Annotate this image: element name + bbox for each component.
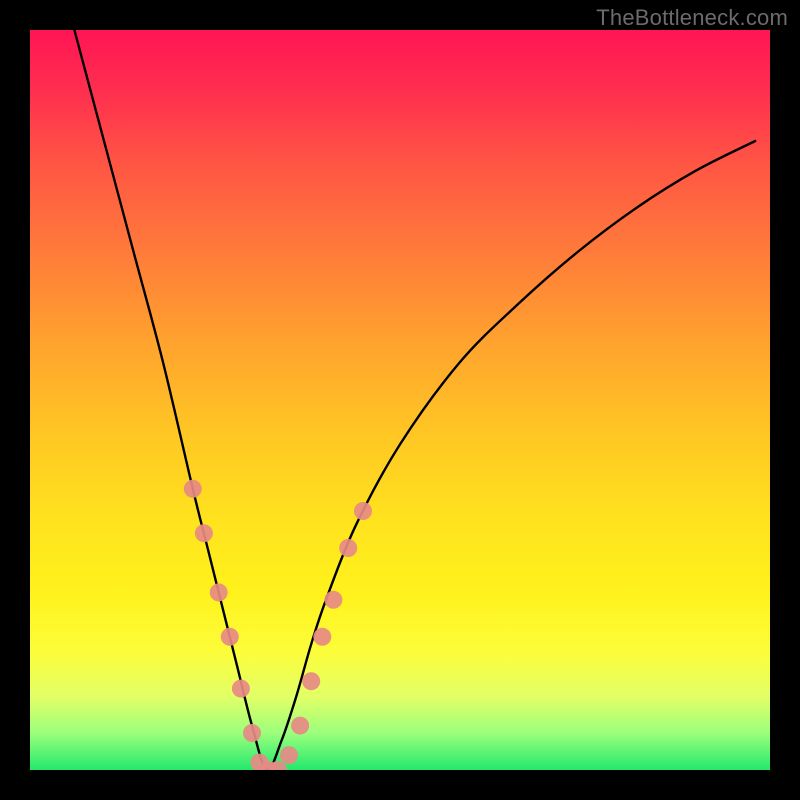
highlight-dot	[232, 680, 250, 698]
highlight-dot	[243, 724, 261, 742]
highlight-dot	[324, 591, 342, 609]
highlight-dot	[210, 583, 228, 601]
highlight-dot	[291, 717, 309, 735]
chart-frame: TheBottleneck.com	[0, 0, 800, 800]
plot-area	[30, 30, 770, 770]
highlight-dot	[339, 539, 357, 557]
watermark-text: TheBottleneck.com	[596, 5, 788, 31]
highlight-dot	[302, 672, 320, 690]
highlight-dot	[354, 502, 372, 520]
bottleneck-curve	[74, 30, 755, 770]
highlight-dot	[280, 746, 298, 764]
bottleneck-curve-path	[74, 30, 755, 770]
highlight-dot	[184, 480, 202, 498]
highlight-dot	[195, 524, 213, 542]
curve-layer	[30, 30, 770, 770]
highlight-dot	[313, 628, 331, 646]
highlight-markers	[184, 480, 372, 770]
highlight-dot	[221, 628, 239, 646]
